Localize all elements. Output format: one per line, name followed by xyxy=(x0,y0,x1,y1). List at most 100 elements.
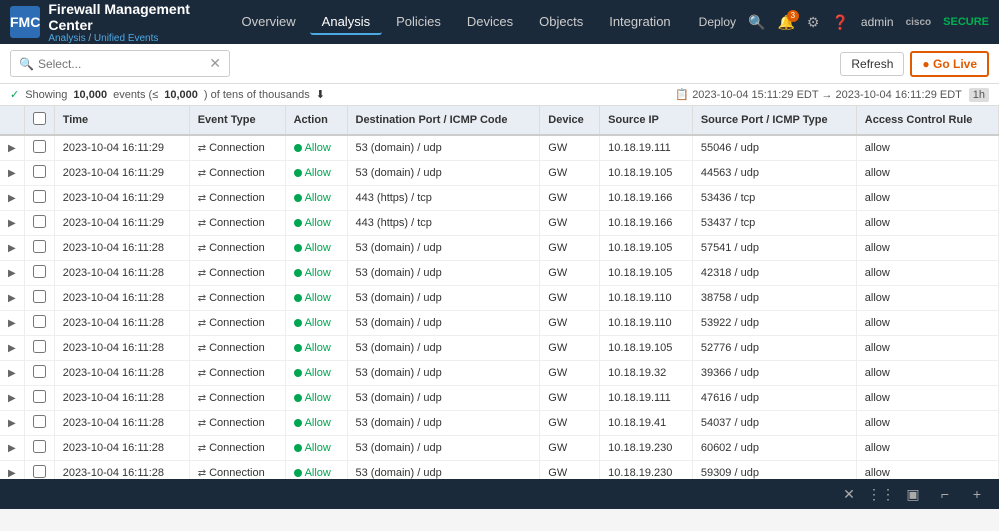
row-time-9: 2023-10-04 16:11:28 xyxy=(54,361,189,386)
row-checkbox-9[interactable] xyxy=(24,361,54,386)
breadcrumb-analysis[interactable]: Analysis xyxy=(48,33,85,44)
search-icon[interactable]: 🔍 xyxy=(748,14,765,31)
row-dest-port-0: 53 (domain) / udp xyxy=(347,135,540,161)
row-acl-rule-6: allow xyxy=(856,286,998,311)
events-table-container: Time Event Type Action Destination Port … xyxy=(0,106,999,479)
search-input[interactable] xyxy=(38,57,205,71)
col-acl-rule: Access Control Rule xyxy=(856,106,998,135)
app-header: FMC Firewall Management Center Analysis … xyxy=(0,0,999,44)
row-checkbox-3[interactable] xyxy=(24,211,54,236)
search-box[interactable]: 🔍 ✕ xyxy=(10,50,230,77)
row-source-port-2: 53436 / tcp xyxy=(692,186,856,211)
row-expand-1[interactable]: ▶ xyxy=(0,161,24,186)
nav-analysis[interactable]: Analysis xyxy=(310,10,382,35)
table-row: ▶ 2023-10-04 16:11:28 ⇄ Connection Allow… xyxy=(0,386,999,411)
row-checkbox-10[interactable] xyxy=(24,386,54,411)
status-icon: ✓ xyxy=(10,88,19,101)
col-dest-port: Destination Port / ICMP Code xyxy=(347,106,540,135)
row-expand-12[interactable]: ▶ xyxy=(0,436,24,461)
row-expand-10[interactable]: ▶ xyxy=(0,386,24,411)
row-device-11: GW xyxy=(540,411,600,436)
row-event-type-0: ⇄ Connection xyxy=(189,135,285,161)
toolbar: 🔍 ✕ Refresh ● Go Live xyxy=(0,44,999,84)
table-row: ▶ 2023-10-04 16:11:29 ⇄ Connection Allow… xyxy=(0,186,999,211)
row-expand-9[interactable]: ▶ xyxy=(0,361,24,386)
bottom-window-icon[interactable]: ▣ xyxy=(901,482,925,506)
row-source-port-1: 44563 / udp xyxy=(692,161,856,186)
row-time-1: 2023-10-04 16:11:29 xyxy=(54,161,189,186)
row-expand-4[interactable]: ▶ xyxy=(0,236,24,261)
row-action-7: Allow xyxy=(285,311,347,336)
row-event-type-8: ⇄ Connection xyxy=(189,336,285,361)
row-expand-5[interactable]: ▶ xyxy=(0,261,24,286)
refresh-button[interactable]: Refresh xyxy=(840,52,904,76)
row-source-port-12: 60602 / udp xyxy=(692,436,856,461)
row-dest-port-4: 53 (domain) / udp xyxy=(347,236,540,261)
row-checkbox-11[interactable] xyxy=(24,411,54,436)
app-logo: FMC xyxy=(10,6,40,38)
row-expand-8[interactable]: ▶ xyxy=(0,336,24,361)
nav-devices[interactable]: Devices xyxy=(455,10,525,35)
notification-icon[interactable]: 🔔3 xyxy=(777,14,794,31)
deploy-button[interactable]: Deploy xyxy=(699,15,736,29)
events-table: Time Event Type Action Destination Port … xyxy=(0,106,999,479)
row-device-6: GW xyxy=(540,286,600,311)
row-expand-7[interactable]: ▶ xyxy=(0,311,24,336)
nav-overview[interactable]: Overview xyxy=(229,10,307,35)
app-title: Firewall Management Center xyxy=(48,1,213,33)
row-dest-port-8: 53 (domain) / udp xyxy=(347,336,540,361)
row-time-2: 2023-10-04 16:11:29 xyxy=(54,186,189,211)
row-source-ip-0: 10.18.19.111 xyxy=(600,135,693,161)
row-checkbox-13[interactable] xyxy=(24,461,54,480)
nav-objects[interactable]: Objects xyxy=(527,10,595,35)
row-checkbox-6[interactable] xyxy=(24,286,54,311)
settings-icon[interactable]: ⚙ xyxy=(807,14,820,31)
download-button[interactable]: ⬇ xyxy=(316,88,325,101)
row-source-ip-10: 10.18.19.111 xyxy=(600,386,693,411)
row-expand-13[interactable]: ▶ xyxy=(0,461,24,480)
row-device-12: GW xyxy=(540,436,600,461)
row-checkbox-0[interactable] xyxy=(24,135,54,161)
row-dest-port-1: 53 (domain) / udp xyxy=(347,161,540,186)
row-dest-port-6: 53 (domain) / udp xyxy=(347,286,540,311)
admin-menu[interactable]: admin xyxy=(861,15,894,29)
bottom-grid-icon[interactable]: ⋮⋮ xyxy=(869,482,893,506)
col-checkbox[interactable] xyxy=(24,106,54,135)
bottom-detach-icon[interactable]: ⌐ xyxy=(933,482,957,506)
row-checkbox-2[interactable] xyxy=(24,186,54,211)
table-row: ▶ 2023-10-04 16:11:28 ⇄ Connection Allow… xyxy=(0,461,999,480)
row-expand-0[interactable]: ▶ xyxy=(0,135,24,161)
row-expand-11[interactable]: ▶ xyxy=(0,411,24,436)
row-checkbox-1[interactable] xyxy=(24,161,54,186)
bottom-close-icon[interactable]: ✕ xyxy=(837,482,861,506)
row-action-4: Allow xyxy=(285,236,347,261)
row-action-5: Allow xyxy=(285,261,347,286)
nav-policies[interactable]: Policies xyxy=(384,10,453,35)
row-expand-3[interactable]: ▶ xyxy=(0,211,24,236)
row-action-2: Allow xyxy=(285,186,347,211)
row-time-4: 2023-10-04 16:11:28 xyxy=(54,236,189,261)
breadcrumb-unified-events[interactable]: Unified Events xyxy=(94,33,158,44)
row-acl-rule-13: allow xyxy=(856,461,998,480)
event-count: 10,000 xyxy=(73,89,107,101)
row-checkbox-5[interactable] xyxy=(24,261,54,286)
bottom-add-icon[interactable]: + xyxy=(965,482,989,506)
row-checkbox-12[interactable] xyxy=(24,436,54,461)
row-source-ip-13: 10.18.19.230 xyxy=(600,461,693,480)
row-checkbox-8[interactable] xyxy=(24,336,54,361)
help-icon[interactable]: ❓ xyxy=(831,14,848,31)
row-checkbox-7[interactable] xyxy=(24,311,54,336)
search-clear-button[interactable]: ✕ xyxy=(209,55,221,72)
main-nav: Overview Analysis Policies Devices Objec… xyxy=(229,10,682,35)
row-expand-6[interactable]: ▶ xyxy=(0,286,24,311)
nav-integration[interactable]: Integration xyxy=(597,10,682,35)
golive-button[interactable]: ● Go Live xyxy=(910,51,989,77)
row-checkbox-4[interactable] xyxy=(24,236,54,261)
row-device-10: GW xyxy=(540,386,600,411)
row-event-type-5: ⇄ Connection xyxy=(189,261,285,286)
row-expand-2[interactable]: ▶ xyxy=(0,186,24,211)
search-area: 🔍 ✕ xyxy=(10,50,840,77)
row-time-11: 2023-10-04 16:11:28 xyxy=(54,411,189,436)
row-action-13: Allow xyxy=(285,461,347,480)
select-all-checkbox[interactable] xyxy=(33,112,46,125)
